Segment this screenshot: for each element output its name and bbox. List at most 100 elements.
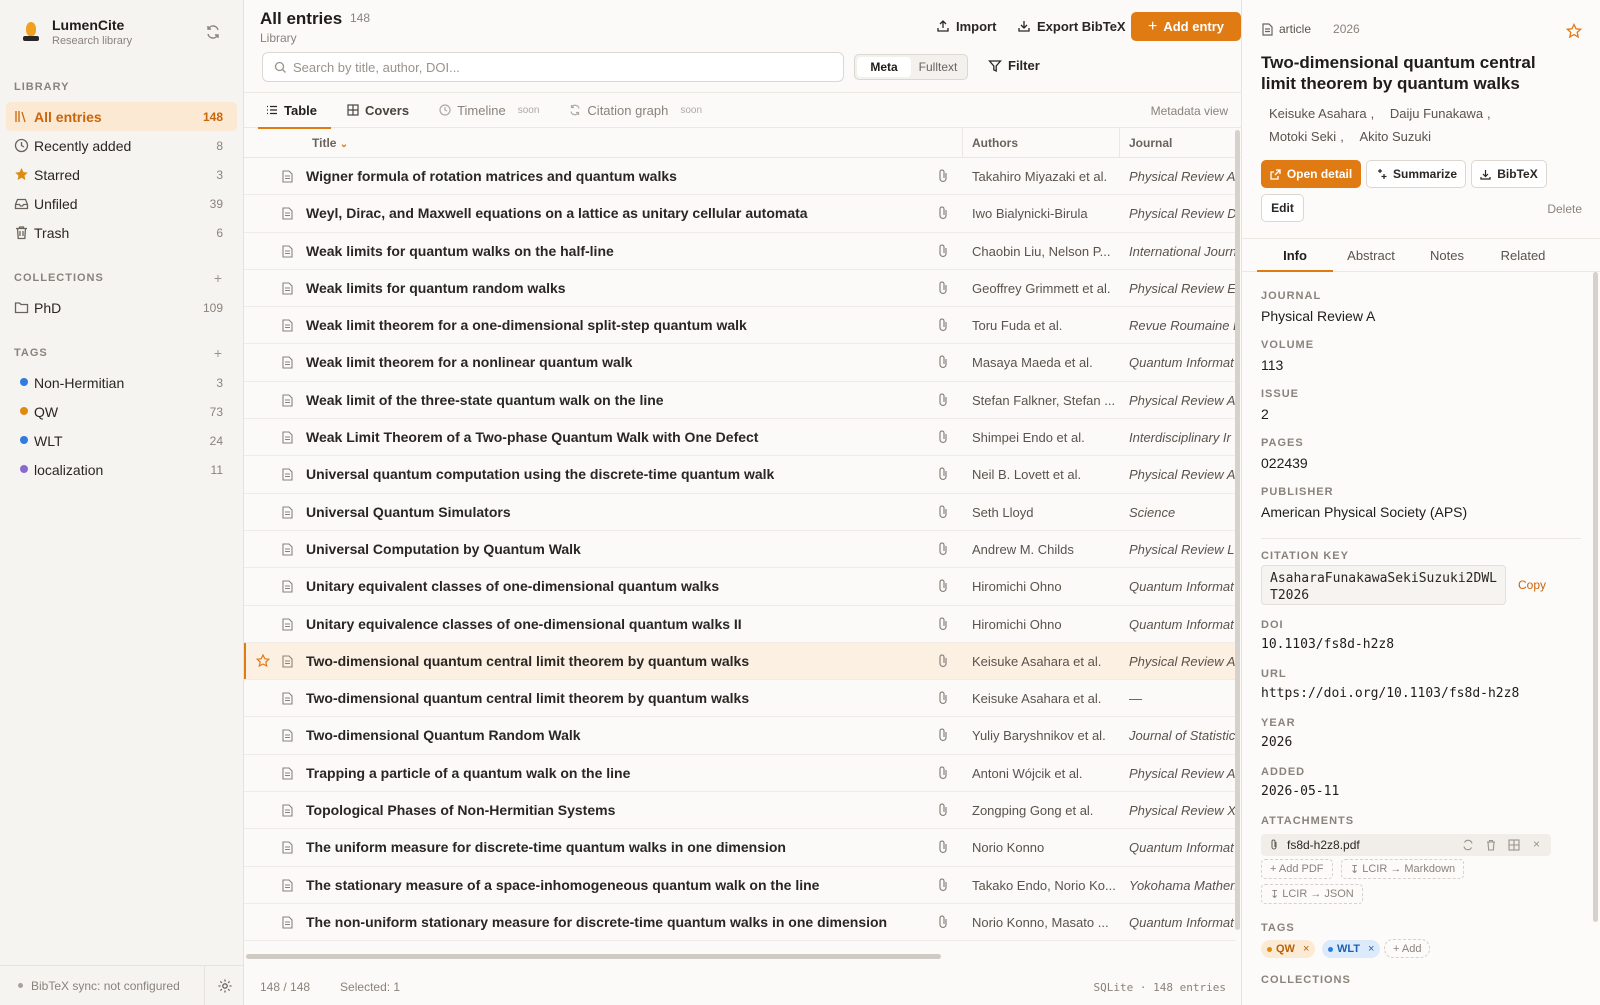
star-icon[interactable]	[256, 653, 270, 668]
paperclip-icon[interactable]	[937, 691, 949, 705]
vertical-scrollbar[interactable]	[1235, 128, 1241, 948]
close-icon[interactable]: ×	[1533, 837, 1540, 851]
citation-key-field[interactable]: AsaharaFunakawaSekiSuzuki2DWLT2026	[1261, 565, 1506, 605]
paperclip-icon[interactable]	[937, 393, 949, 407]
table-row[interactable]: Universal quantum computation using the …	[244, 456, 1236, 494]
trash-icon[interactable]	[1485, 839, 1497, 851]
table-row[interactable]: Unitary equivalent classes of one-dimens…	[244, 568, 1236, 606]
sidebar-tag-localization[interactable]: localization 11	[6, 455, 237, 484]
bibtex-button[interactable]: BibTeX	[1471, 160, 1547, 188]
open-detail-button[interactable]: Open detail	[1261, 160, 1361, 188]
table-row[interactable]: Weak limit theorem for a nonlinear quant…	[244, 344, 1236, 382]
paperclip-icon[interactable]	[937, 467, 949, 481]
paperclip-icon[interactable]	[937, 244, 949, 258]
filter-button[interactable]: Filter	[988, 58, 1040, 73]
table-row[interactable]: Two-dimensional quantum central limit th…	[244, 680, 1236, 718]
horizontal-scrollbar[interactable]	[244, 953, 1236, 960]
tab-info[interactable]: Info	[1257, 239, 1333, 272]
lcir-json-button[interactable]: ↧ LCIR → JSON	[1261, 884, 1363, 904]
edit-button[interactable]: Edit	[1261, 194, 1304, 222]
paperclip-icon[interactable]	[937, 169, 949, 183]
table-row[interactable]: Wigner formula of rotation matrices and …	[244, 158, 1236, 196]
close-icon[interactable]: ×	[1368, 943, 1374, 955]
sidebar-item-trash[interactable]: Trash 6	[6, 218, 237, 247]
gear-icon[interactable]	[217, 978, 233, 994]
table-row[interactable]: Trapping a particle of a quantum walk on…	[244, 755, 1236, 793]
detail-scrollbar[interactable]	[1593, 272, 1598, 922]
url-value[interactable]: https://doi.org/10.1103/fs8d-h2z8	[1261, 686, 1519, 701]
column-authors-header[interactable]: Authors	[972, 128, 1018, 158]
close-icon[interactable]: ×	[1303, 943, 1309, 955]
author-name[interactable]: Motoki Seki	[1269, 129, 1336, 144]
add-tag-button[interactable]: + Add	[1384, 939, 1431, 958]
paperclip-icon[interactable]	[937, 542, 949, 556]
sidebar-tag-qw[interactable]: QW 73	[6, 397, 237, 426]
table-row[interactable]: Unitary equivalence classes of one-dimen…	[244, 606, 1236, 643]
paperclip-icon[interactable]	[937, 915, 949, 929]
author-name[interactable]: Akito Suzuki	[1359, 129, 1431, 144]
sidebar-item-phd[interactable]: PhD 109	[6, 293, 237, 322]
paperclip-icon[interactable]	[937, 206, 949, 220]
add-tag-button[interactable]: +	[214, 345, 223, 361]
tag-chip-qw[interactable]: QW ×	[1261, 940, 1316, 958]
sidebar-item-recently-added[interactable]: Recently added 8	[6, 131, 237, 160]
paperclip-icon[interactable]	[937, 840, 949, 854]
tab-covers[interactable]: Covers	[339, 92, 417, 128]
attachment-item[interactable]: fs8d-h2z8.pdf ×	[1261, 834, 1551, 856]
metadata-view-link[interactable]: Metadata view	[1151, 104, 1228, 118]
mode-meta-button[interactable]: Meta	[857, 57, 911, 77]
table-row[interactable]: Weak limit theorem for a one-dimensional…	[244, 307, 1236, 345]
paperclip-icon[interactable]	[937, 728, 949, 742]
author-name[interactable]: Daiju Funakawa	[1390, 106, 1483, 121]
tab-abstract[interactable]: Abstract	[1333, 239, 1409, 272]
add-pdf-button[interactable]: + Add PDF	[1261, 859, 1333, 879]
star-icon[interactable]	[1566, 23, 1582, 39]
sidebar-item-unfiled[interactable]: Unfiled 39	[6, 189, 237, 218]
doi-value[interactable]: 10.1103/fs8d-h2z8	[1261, 637, 1394, 652]
sync-icon[interactable]	[205, 24, 221, 40]
tab-notes[interactable]: Notes	[1409, 239, 1485, 272]
export-bibtex-button[interactable]: Export BibTeX	[1017, 12, 1126, 40]
refresh-icon[interactable]	[1462, 839, 1474, 851]
sidebar-tag-non-hermitian[interactable]: Non-Hermitian 3	[6, 368, 237, 397]
sidebar-tag-wlt[interactable]: WLT 24	[6, 426, 237, 455]
grid-icon[interactable]	[1508, 839, 1520, 851]
column-journal-header[interactable]: Journal	[1129, 128, 1172, 158]
add-entry-button[interactable]: + Add entry	[1131, 12, 1241, 41]
table-row[interactable]: Universal Computation by Quantum Walk And…	[244, 531, 1236, 569]
column-title-header[interactable]: Title ⌄	[312, 128, 348, 158]
tag-chip-wlt[interactable]: WLT ×	[1322, 940, 1381, 958]
table-row[interactable]: Two-dimensional Quantum Random Walk Yuliy…	[244, 717, 1236, 755]
table-row[interactable]: Weak limits for quantum walks on the hal…	[244, 233, 1236, 270]
paperclip-icon[interactable]	[937, 505, 949, 519]
table-row[interactable]: Topological Phases of Non-Hermitian Syst…	[244, 792, 1236, 830]
mode-fulltext-button[interactable]: Fulltext	[911, 57, 965, 77]
tab-table[interactable]: Table	[258, 92, 331, 129]
table-row[interactable]: Universal Quantum Simulators Seth Lloyd Sc…	[244, 494, 1236, 531]
paperclip-icon[interactable]	[937, 803, 949, 817]
table-row[interactable]: Weak limits for quantum random walks Geof…	[244, 270, 1236, 308]
table-row[interactable]: Two-dimensional quantum central limit th…	[244, 642, 1236, 681]
author-name[interactable]: Keisuke Asahara	[1269, 106, 1367, 121]
paperclip-icon[interactable]	[937, 430, 949, 444]
paperclip-icon[interactable]	[937, 878, 949, 892]
lcir-markdown-button[interactable]: ↧ LCIR → Markdown	[1341, 859, 1465, 879]
table-row[interactable]: Weak limit of the three-state quantum wa…	[244, 382, 1236, 420]
paperclip-icon[interactable]	[937, 318, 949, 332]
paperclip-icon[interactable]	[937, 579, 949, 593]
search-input[interactable]: Search by title, author, DOI...	[262, 52, 844, 82]
sidebar-item-all-entries[interactable]: All entries 148	[6, 102, 237, 131]
paperclip-icon[interactable]	[937, 654, 949, 668]
delete-button[interactable]: Delete	[1547, 202, 1582, 216]
table-row[interactable]: Weak Limit Theorem of a Two-phase Quantu…	[244, 419, 1236, 457]
table-row[interactable]: The stationary measure of a space-inhomo…	[244, 867, 1236, 904]
sidebar-item-starred[interactable]: Starred 3	[6, 160, 237, 189]
paperclip-icon[interactable]	[937, 616, 949, 631]
table-row[interactable]: Weyl, Dirac, and Maxwell equations on a …	[244, 195, 1236, 233]
table-row[interactable]: The non-uniform stationary measure for d…	[244, 904, 1236, 942]
copy-button[interactable]: Copy	[1518, 578, 1546, 592]
paperclip-icon[interactable]	[937, 766, 949, 780]
add-collection-button[interactable]: +	[214, 270, 223, 286]
table-row[interactable]: The uniform measure for discrete-time qu…	[244, 829, 1236, 867]
tab-related[interactable]: Related	[1485, 239, 1561, 272]
